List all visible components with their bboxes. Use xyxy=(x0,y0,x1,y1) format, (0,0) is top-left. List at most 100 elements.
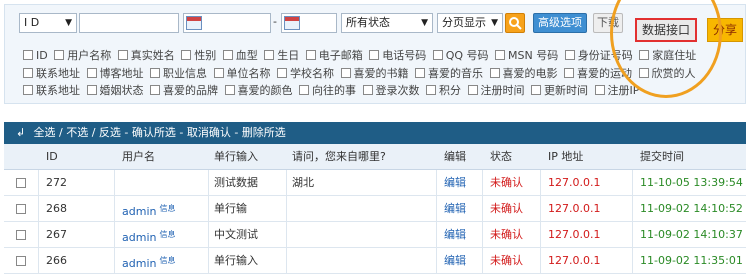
field-option[interactable]: 登录次数 xyxy=(362,84,420,97)
field-checkbox[interactable] xyxy=(264,50,275,60)
field-checkbox[interactable] xyxy=(564,50,575,60)
cell-edit[interactable]: 编辑 xyxy=(444,222,466,248)
confirm-selected-link[interactable]: 确认所选 xyxy=(132,126,176,139)
field-option[interactable]: 联系地址 xyxy=(23,84,80,97)
field-checkbox[interactable] xyxy=(369,50,380,60)
row-checkbox[interactable] xyxy=(16,230,26,240)
field-checkbox[interactable] xyxy=(489,67,500,78)
user-info-tag[interactable]: 信息 xyxy=(159,204,175,213)
cell-user[interactable]: admin 信息 xyxy=(122,222,175,248)
table-row[interactable]: 268 admin 信息 单行输 编辑 未确认 127.0.0.1 11-09-02 14:1… xyxy=(4,196,746,222)
field-option[interactable]: 学校名称 xyxy=(277,67,334,80)
field-option[interactable]: 喜爱的运动 xyxy=(564,67,632,80)
field-checkbox[interactable] xyxy=(362,85,373,95)
table-row[interactable]: 267 admin 信息 中文测试 编辑 未确认 127.0.0.1 11-09-02 14:… xyxy=(4,222,746,248)
field-option[interactable]: 生日 xyxy=(264,49,299,62)
row-checkbox[interactable] xyxy=(16,256,26,266)
calendar-icon[interactable] xyxy=(186,16,202,30)
field-checkbox[interactable] xyxy=(467,85,478,95)
field-option[interactable]: 更新时间 xyxy=(531,84,588,97)
field-checkbox[interactable] xyxy=(277,67,287,78)
field-checkbox[interactable] xyxy=(150,85,160,95)
field-option[interactable]: 喜爱的品牌 xyxy=(150,84,218,97)
field-option[interactable]: 电话号码 xyxy=(369,49,426,62)
field-option[interactable]: 联系地址 xyxy=(23,67,80,80)
field-checkbox[interactable] xyxy=(54,50,65,60)
field-option[interactable]: 喜爱的音乐 xyxy=(415,67,483,80)
invert-selection-link[interactable]: 反选 xyxy=(99,126,121,139)
paging-select[interactable]: 分页显示 ▼ xyxy=(437,13,503,33)
field-checkbox[interactable] xyxy=(495,50,506,60)
user-info-tag[interactable]: 信息 xyxy=(159,256,175,265)
download-button[interactable]: 下载 xyxy=(593,13,623,33)
calendar-icon[interactable] xyxy=(284,16,300,30)
share-button[interactable]: 分享 xyxy=(707,18,743,42)
field-checkbox[interactable] xyxy=(426,85,436,95)
field-option[interactable]: 用户名称 xyxy=(54,49,111,62)
field-option[interactable]: 积分 xyxy=(426,84,461,97)
field-checkbox[interactable] xyxy=(117,50,128,60)
cell-user[interactable]: admin 信息 xyxy=(122,196,175,222)
field-option[interactable]: 向往的事 xyxy=(299,84,356,97)
field-option[interactable]: 喜爱的书籍 xyxy=(340,67,409,80)
field-checkbox[interactable] xyxy=(222,50,233,60)
field-option[interactable]: 真实姓名 xyxy=(117,49,175,62)
field-option[interactable]: 注册IP xyxy=(594,84,639,97)
field-checkbox[interactable] xyxy=(432,50,443,60)
field-checkbox[interactable] xyxy=(564,67,574,78)
field-option[interactable]: 血型 xyxy=(222,49,258,62)
field-option[interactable]: 博客地址 xyxy=(86,67,144,80)
select-all-link[interactable]: 全选 xyxy=(34,126,56,139)
end-date-input[interactable] xyxy=(281,13,337,33)
table-row[interactable]: 266 admin 信息 单行输入 编辑 未确认 127.0.0.1 11-09-02 11:… xyxy=(4,248,746,274)
cell-edit[interactable]: 编辑 xyxy=(444,170,466,196)
cell-user[interactable]: admin 信息 xyxy=(122,248,175,274)
field-checkbox[interactable] xyxy=(23,85,33,95)
start-date-input[interactable] xyxy=(183,13,271,33)
field-option[interactable]: 注册时间 xyxy=(467,84,525,97)
user-info-tag[interactable]: 信息 xyxy=(159,230,175,239)
field-checkbox[interactable] xyxy=(86,67,97,78)
field-option[interactable]: MSN 号码 xyxy=(495,49,558,62)
field-checkbox[interactable] xyxy=(150,67,160,78)
field-checkbox[interactable] xyxy=(340,67,351,78)
field-checkbox[interactable] xyxy=(299,85,309,95)
cell-edit[interactable]: 编辑 xyxy=(444,196,466,222)
field-option[interactable]: 喜爱的颜色 xyxy=(224,84,293,97)
data-api-button[interactable]: 数据接口 xyxy=(635,18,697,42)
cancel-confirm-link[interactable]: 取消确认 xyxy=(187,126,231,139)
field-option[interactable]: 电子邮箱 xyxy=(305,49,363,62)
field-option[interactable]: 家庭住址 xyxy=(639,49,696,62)
field-checkbox[interactable] xyxy=(531,85,541,95)
delete-selected-link[interactable]: 删除所选 xyxy=(242,126,286,139)
field-option[interactable]: 单位名称 xyxy=(213,67,271,80)
advanced-options-button[interactable]: 高级选项 xyxy=(533,13,587,33)
table-row[interactable]: 272 测试数据 湖北 编辑 未确认 127.0.0.1 11-10-05 13:39:54 xyxy=(4,170,746,196)
row-checkbox[interactable] xyxy=(16,204,26,214)
field-option[interactable]: 性别 xyxy=(181,49,216,62)
field-checkbox[interactable] xyxy=(23,67,33,78)
id-select[interactable]: I D ▼ xyxy=(19,13,77,33)
field-option[interactable]: 喜爱的电影 xyxy=(489,67,558,80)
field-checkbox[interactable] xyxy=(594,85,605,95)
field-checkbox[interactable] xyxy=(638,67,649,78)
field-checkbox[interactable] xyxy=(181,50,192,60)
field-checkbox[interactable] xyxy=(415,67,425,78)
field-option[interactable]: 欣赏的人 xyxy=(638,67,696,80)
field-checkbox[interactable] xyxy=(86,85,97,95)
row-checkbox[interactable] xyxy=(16,178,26,188)
select-none-link[interactable]: 不选 xyxy=(66,126,88,139)
search-button[interactable] xyxy=(505,13,525,33)
field-option[interactable]: QQ 号码 xyxy=(432,49,489,62)
field-checkbox[interactable] xyxy=(224,85,235,95)
keyword-input[interactable] xyxy=(79,13,179,33)
field-option[interactable]: 身份证号码 xyxy=(564,49,633,62)
field-checkbox[interactable] xyxy=(305,50,316,60)
field-option[interactable]: ID xyxy=(23,49,48,62)
status-select[interactable]: 所有状态 ▼ xyxy=(341,13,433,33)
field-checkbox[interactable] xyxy=(213,67,224,78)
field-checkbox[interactable] xyxy=(23,50,33,60)
field-option[interactable]: 职业信息 xyxy=(150,67,207,80)
field-checkbox[interactable] xyxy=(639,50,650,60)
cell-edit[interactable]: 编辑 xyxy=(444,248,466,274)
